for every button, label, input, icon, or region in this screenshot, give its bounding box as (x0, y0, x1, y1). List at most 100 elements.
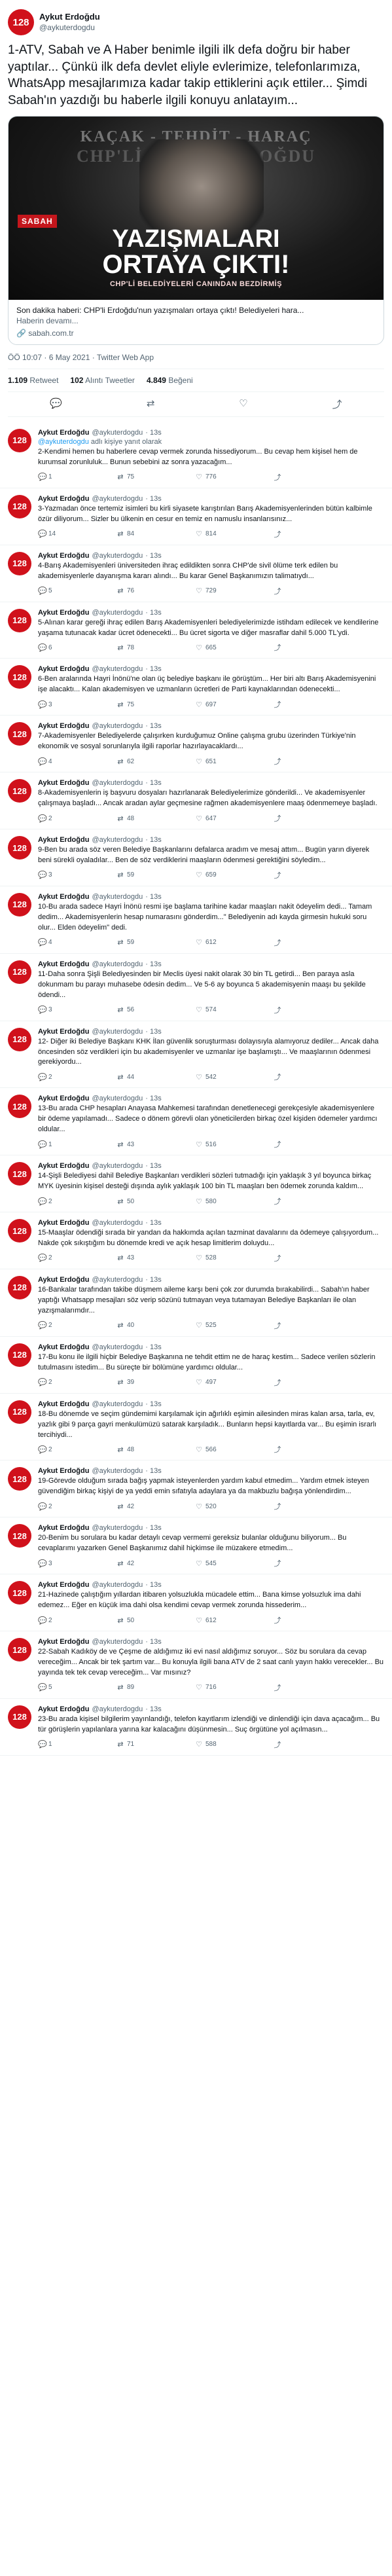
avatar[interactable]: 128 (8, 494, 31, 518)
reply-action[interactable]: 💬 2 (38, 1377, 116, 1388)
share-action[interactable]: ⤴ (274, 1682, 352, 1693)
like-action[interactable]: ♡ 545 (195, 1558, 274, 1569)
author-name[interactable]: Aykut Erdoğdu (38, 609, 89, 617)
author-name[interactable]: Aykut Erdoğdu (38, 722, 89, 730)
author-handle[interactable]: @aykuterdogdu (92, 1638, 143, 1646)
share-action[interactable]: ⤴ (274, 1253, 352, 1263)
like-action[interactable]: ♡ 574 (195, 1005, 274, 1015)
reply-date[interactable]: · 13s (145, 1467, 161, 1475)
author-name[interactable]: Aykut Erdoğdu (38, 1400, 89, 1408)
author-name[interactable]: Aykut Erdoğdu (38, 1705, 89, 1713)
reply-action[interactable]: 💬 2 (38, 1320, 116, 1331)
like-action[interactable]: ♡ 525 (195, 1320, 274, 1331)
author-handle[interactable]: @aykuterdogdu (92, 893, 143, 901)
share-icon[interactable]: ⤴ (332, 397, 342, 411)
link-card[interactable]: KAÇAK - TEHDİT - HARAÇ CHP'Lİ AYKUT ERDO… (8, 115, 384, 345)
like-action[interactable]: ♡ 566 (195, 1444, 274, 1455)
likes-stat[interactable]: 4.849 Beğeni (147, 376, 193, 385)
like-action[interactable]: ♡ 497 (195, 1377, 274, 1388)
reply-tweet[interactable]: 128 Aykut Erdoğdu @aykuterdogdu · 13s 21… (0, 1574, 392, 1632)
share-action[interactable]: ⤴ (274, 813, 352, 824)
share-action[interactable]: ⤴ (274, 1444, 352, 1455)
reply-icon[interactable]: 💬 (50, 397, 62, 411)
reply-tweet[interactable]: 128 Aykut Erdoğdu @aykuterdogdu · 13s 23… (0, 1699, 392, 1756)
avatar[interactable]: 128 (8, 1343, 31, 1367)
reply-action[interactable]: 💬 2 (38, 1072, 116, 1082)
retweet-action[interactable]: ⇄ 75 (116, 472, 195, 482)
author-handle[interactable]: @aykuterdogdu (92, 1028, 143, 1036)
author-name[interactable]: Aykut Erdoğdu (38, 1028, 89, 1036)
author-handle[interactable]: @aykuterdogdu (92, 429, 143, 437)
reply-action[interactable]: 💬 1 (38, 472, 116, 482)
retweet-action[interactable]: ⇄ 42 (116, 1558, 195, 1569)
reply-action[interactable]: 💬 2 (38, 1253, 116, 1263)
reply-action[interactable]: 💬 3 (38, 699, 116, 710)
avatar[interactable]: 128 (8, 1705, 31, 1729)
avatar[interactable]: 128 (8, 1095, 31, 1119)
reply-action[interactable]: 💬 4 (38, 756, 116, 767)
share-action[interactable]: ⤴ (274, 1196, 352, 1206)
reply-action[interactable]: 💬 3 (38, 1005, 116, 1015)
reply-date[interactable]: · 13s (145, 1705, 161, 1713)
author-handle[interactable]: @aykuterdogdu (92, 1095, 143, 1102)
like-action[interactable]: ♡ 542 (195, 1072, 274, 1082)
reply-tweet[interactable]: 128 Aykut Erdoğdu @aykuterdogdu · 13s 7-… (0, 716, 392, 773)
retweet-action[interactable]: ⇄ 40 (116, 1320, 195, 1331)
retweet-action[interactable]: ⇄ 43 (116, 1139, 195, 1150)
avatar[interactable]: 128 (8, 665, 31, 689)
avatar[interactable]: 128 (8, 1219, 31, 1243)
like-action[interactable]: ♡ 580 (195, 1196, 274, 1206)
like-action[interactable]: ♡ 651 (195, 756, 274, 767)
author-name[interactable]: Aykut Erdoğdu (38, 960, 89, 968)
reply-date[interactable]: · 13s (145, 960, 161, 968)
like-action[interactable]: ♡ 516 (195, 1139, 274, 1150)
retweet-action[interactable]: ⇄ 59 (116, 937, 195, 948)
reply-tweet[interactable]: 128 Aykut Erdoğdu @aykuterdogdu · 13s 3-… (0, 488, 392, 545)
author-name[interactable]: Aykut Erdoğdu (38, 1162, 89, 1170)
reply-tweet[interactable]: 128 Aykut Erdoğdu @aykuterdogdu · 13s 12… (0, 1021, 392, 1089)
author-handle[interactable]: @aykuterdogdu (92, 552, 143, 560)
retweet-action[interactable]: ⇄ 42 (116, 1501, 195, 1512)
reply-tweet[interactable]: 128 Aykut Erdoğdu @aykuterdogdu · 13s 5-… (0, 602, 392, 659)
author-handle[interactable]: @aykuterdogdu (92, 1343, 143, 1351)
like-action[interactable]: ♡ 612 (195, 937, 274, 948)
reply-tweet[interactable]: 128 Aykut Erdoğdu @aykuterdogdu · 13s 11… (0, 954, 392, 1021)
reply-action[interactable]: 💬 1 (38, 1139, 116, 1150)
avatar[interactable]: 128 (8, 1638, 31, 1662)
reply-tweet[interactable]: 128 Aykut Erdoğdu @aykuterdogdu · 13s 17… (0, 1337, 392, 1394)
reply-action[interactable]: 💬 1 (38, 1739, 116, 1750)
author-name[interactable]: Aykut Erdoğdu (38, 429, 89, 437)
like-action[interactable]: ♡ 716 (195, 1682, 274, 1693)
share-action[interactable]: ⤴ (274, 756, 352, 767)
reply-date[interactable]: · 13s (145, 836, 161, 844)
author-name[interactable]: Aykut Erdoğdu (38, 893, 89, 901)
avatar[interactable]: 128 (8, 892, 31, 916)
avatar[interactable]: 128 (8, 428, 31, 452)
avatar[interactable]: 128 (8, 1524, 31, 1548)
reply-date[interactable]: · 13s (145, 1343, 161, 1351)
reply-action[interactable]: 💬 3 (38, 870, 116, 880)
avatar[interactable]: 128 (8, 551, 31, 575)
reply-date[interactable]: · 13s (145, 1581, 161, 1589)
reply-date[interactable]: · 13s (145, 1400, 161, 1408)
retweet-action[interactable]: ⇄ 59 (116, 870, 195, 880)
author-name[interactable]: Aykut Erdoğdu (38, 495, 89, 503)
like-action[interactable]: ♡ 814 (195, 529, 274, 539)
retweet-action[interactable]: ⇄ 39 (116, 1377, 195, 1388)
like-action[interactable]: ♡ 729 (195, 586, 274, 596)
retweets-stat[interactable]: 1.109 Retweet (8, 376, 58, 385)
reply-tweet[interactable]: 128 Aykut Erdoğdu @aykuterdogdu · 13s 19… (0, 1460, 392, 1518)
reply-tweet[interactable]: 128 Aykut Erdoğdu @aykuterdogdu · 13s 15… (0, 1212, 392, 1269)
reply-action[interactable]: 💬 5 (38, 1682, 116, 1693)
reply-tweet[interactable]: 128 Aykut Erdoğdu @aykuterdogdu · 13s 18… (0, 1394, 392, 1461)
share-action[interactable]: ⤴ (274, 642, 352, 653)
retweet-action[interactable]: ⇄ 48 (116, 813, 195, 824)
reply-tweet[interactable]: 128 Aykut Erdoğdu @aykuterdogdu · 13s 13… (0, 1088, 392, 1156)
reply-action[interactable]: 💬 2 (38, 1196, 116, 1206)
share-action[interactable]: ⤴ (274, 586, 352, 596)
reply-date[interactable]: · 13s (145, 1095, 161, 1102)
author-name[interactable]: Aykut Erdoğdu (38, 1219, 89, 1227)
author-handle[interactable]: @aykuterdogdu (92, 1219, 143, 1227)
author-name[interactable]: Aykut Erdoğdu (38, 1467, 89, 1475)
reply-tweet[interactable]: 128 Aykut Erdoğdu @aykuterdogdu · 13s 22… (0, 1631, 392, 1699)
